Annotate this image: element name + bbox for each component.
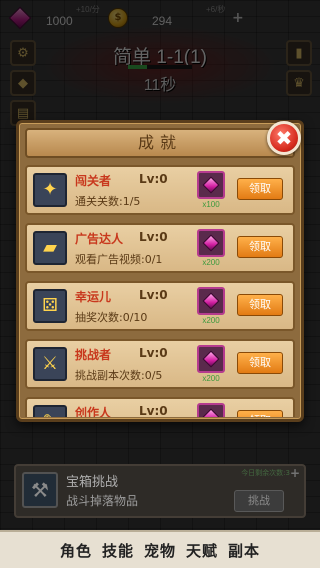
reward-slot [197, 171, 225, 199]
claim-button[interactable]: 领取 [237, 178, 283, 200]
achievement-level: Lv:0 [139, 346, 168, 360]
crossed-swords-icon: ⚔ [33, 347, 67, 381]
achievement-level: Lv:0 [139, 230, 168, 244]
gem-icon [202, 292, 220, 310]
achievement-list[interactable]: ✦ 闯关者 Lv:0 通关关数:1/5 x100 领取 ▰ 广告达人 Lv:0 … [25, 165, 295, 417]
achievement-item: ✎ 创作人 Lv:0 领取 [25, 397, 295, 417]
claim-button[interactable]: 领取 [237, 410, 283, 417]
modal-header: 成就 [25, 128, 295, 158]
reward-quantity: x100 [202, 200, 220, 209]
reward-quantity: x200 [202, 316, 220, 325]
achievement-item: ▰ 广告达人 Lv:0 观看广告视频:0/1 x200 领取 [25, 223, 295, 273]
reward-slot [197, 229, 225, 257]
achievement-desc: 挑战副本次数:0/5 [75, 369, 163, 382]
modal-title: 成就 [137, 133, 182, 152]
achievement-name: 挑战者 [75, 348, 112, 362]
gem-icon [202, 350, 220, 368]
star-wand-icon: ✦ [33, 173, 67, 207]
nav-skills[interactable]: 技能 [102, 540, 134, 561]
reward-slot [197, 287, 225, 315]
achievement-level: Lv:0 [139, 172, 168, 186]
claim-button[interactable]: 领取 [237, 294, 283, 316]
reward-quantity: x200 [202, 374, 220, 383]
nav-character[interactable]: 角色 [60, 540, 92, 561]
achievements-modal: 成就 ✖ ✦ 闯关者 Lv:0 通关关数:1/5 x100 领取 ▰ 广告达人 … [16, 120, 304, 422]
reward-slot [197, 403, 225, 417]
dice-icon: ⚄ [33, 289, 67, 323]
achievement-item: ✦ 闯关者 Lv:0 通关关数:1/5 x100 领取 [25, 165, 295, 215]
nav-talents[interactable]: 天赋 [186, 540, 218, 561]
reward-slot [197, 345, 225, 373]
bottom-nav: 角色 技能 宠物 天赋 副本 [0, 530, 320, 568]
gem-icon [202, 234, 220, 252]
achievement-item: ⚔ 挑战者 Lv:0 挑战副本次数:0/5 x200 领取 [25, 339, 295, 389]
achievement-item: ⚄ 幸运儿 Lv:0 抽奖次数:0/10 x200 领取 [25, 281, 295, 331]
achievement-desc: 通关关数:1/5 [75, 195, 141, 208]
achievement-name: 广告达人 [75, 232, 124, 246]
claim-button[interactable]: 领取 [237, 352, 283, 374]
achievement-level: Lv:0 [139, 288, 168, 302]
quill-icon: ✎ [33, 405, 67, 417]
reward-quantity: x200 [202, 258, 220, 267]
gem-icon [202, 408, 220, 417]
close-button[interactable]: ✖ [267, 121, 301, 155]
achievement-level: Lv:0 [139, 404, 168, 417]
gem-icon [202, 176, 220, 194]
claim-button[interactable]: 领取 [237, 236, 283, 258]
achievement-name: 创作人 [75, 406, 112, 417]
achievement-name: 闯关者 [75, 174, 112, 188]
nav-dungeons[interactable]: 副本 [228, 540, 260, 561]
tv-icon: ▰ [33, 231, 67, 265]
achievement-desc: 抽奖次数:0/10 [75, 311, 148, 324]
achievement-name: 幸运儿 [75, 290, 112, 304]
nav-pets[interactable]: 宠物 [144, 540, 176, 561]
achievement-desc: 观看广告视频:0/1 [75, 253, 163, 266]
